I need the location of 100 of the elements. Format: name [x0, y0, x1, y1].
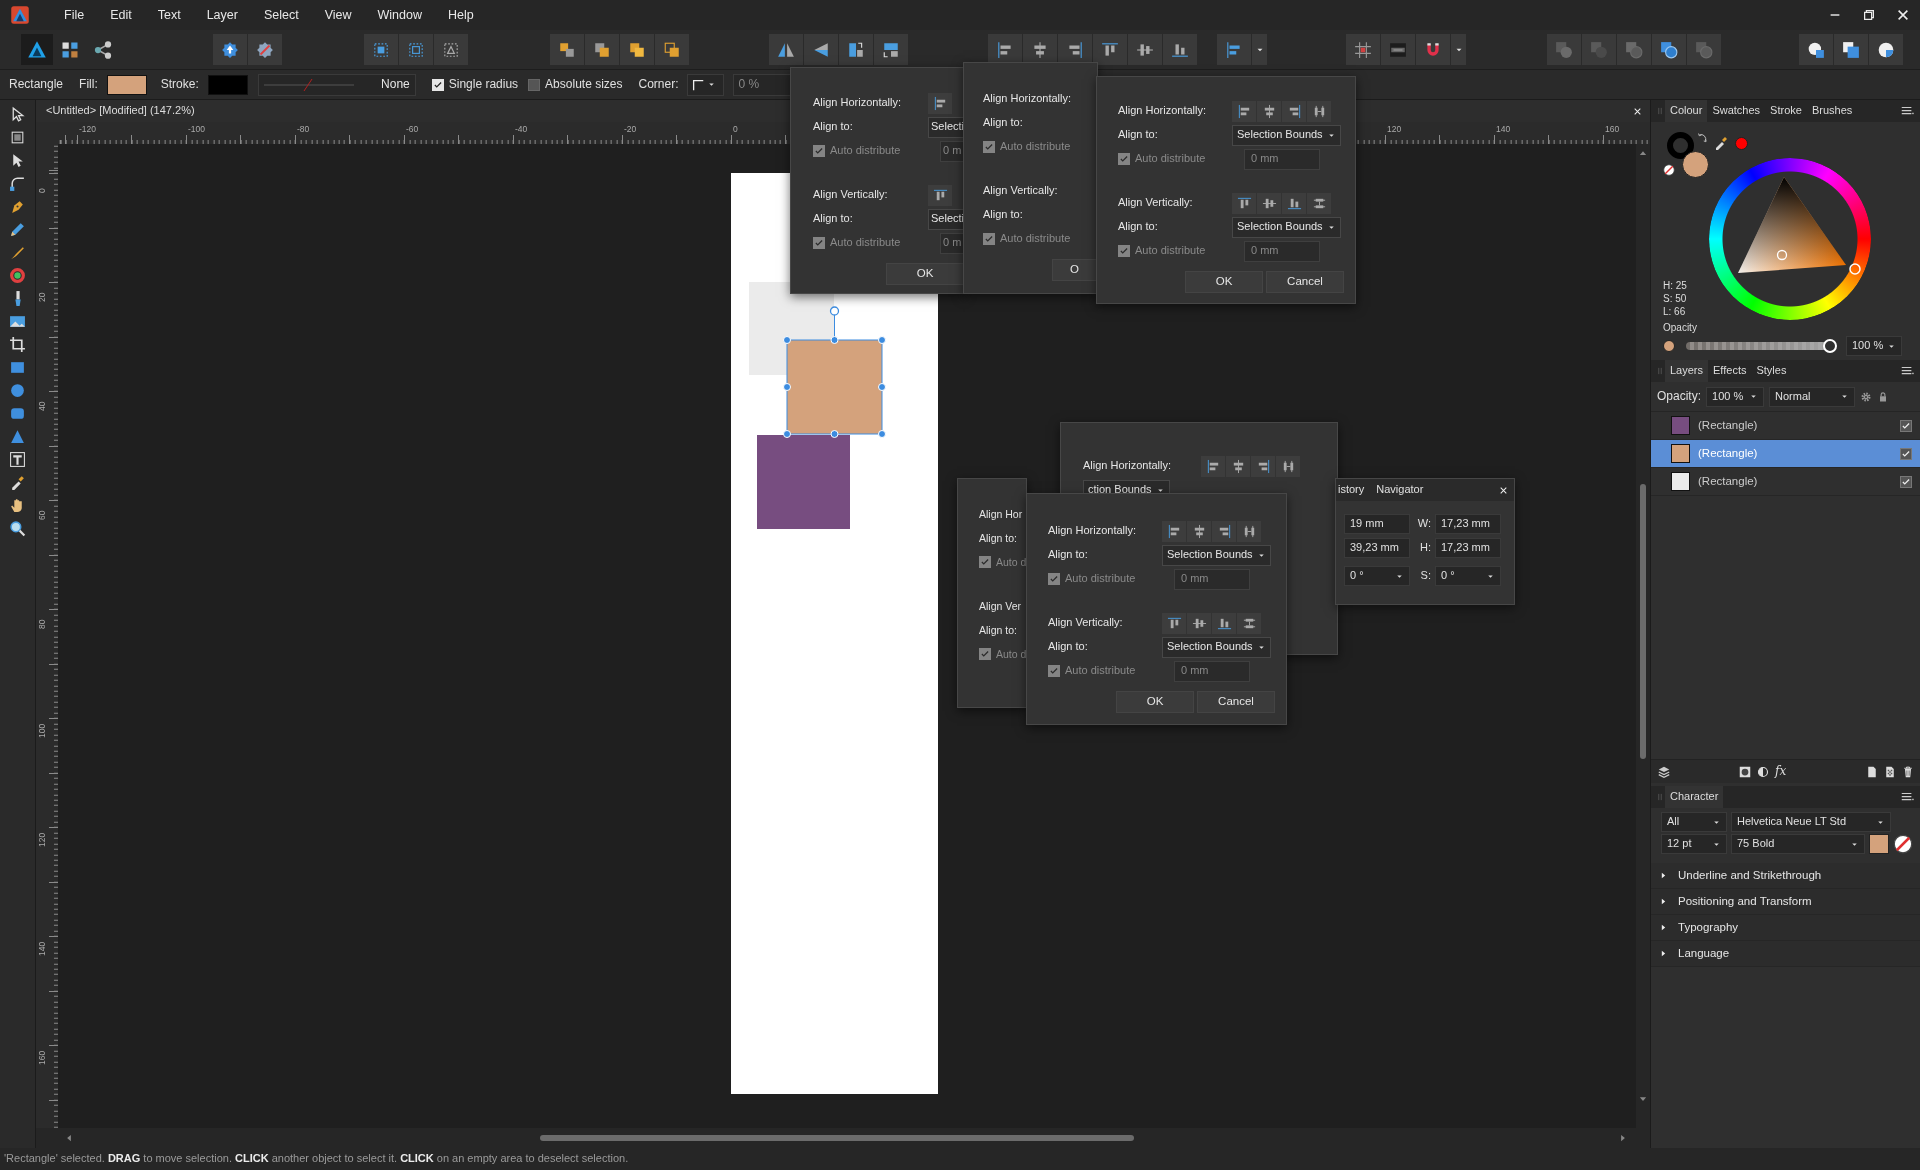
color-ring-icon[interactable] [9, 267, 26, 284]
panel-tab[interactable]: Navigator [1376, 483, 1424, 497]
snapping-bar-button[interactable] [1381, 34, 1415, 65]
close-icon[interactable] [1499, 485, 1508, 495]
fx-button[interactable]: fx [1775, 764, 1787, 779]
shape-divide-button[interactable] [1652, 34, 1686, 65]
value-field[interactable]: 19 mm [1344, 514, 1410, 534]
square-overlap-button[interactable] [1834, 34, 1868, 65]
menu-item[interactable]: File [51, 7, 98, 23]
flip-horizontal-button[interactable] [769, 34, 803, 65]
align-middle-button[interactable] [1257, 192, 1281, 214]
scope-dropdown[interactable]: All [1661, 812, 1727, 832]
panel-tab[interactable]: Colour [1665, 100, 1708, 122]
visibility-checkbox[interactable] [1900, 475, 1912, 488]
close-icon[interactable] [1633, 106, 1642, 116]
mask-icon[interactable] [1739, 765, 1751, 778]
value-field[interactable]: 17,23 mm [1435, 538, 1501, 558]
menu-item[interactable]: Window [364, 7, 435, 23]
rotate-right-button[interactable] [874, 34, 908, 65]
trash-icon[interactable] [1902, 765, 1914, 778]
visibility-checkbox[interactable] [1900, 419, 1912, 432]
rectangle-icon[interactable] [9, 359, 26, 376]
pie-circle-button[interactable] [1869, 34, 1903, 65]
circle-square-button[interactable] [1799, 34, 1833, 65]
zoom-icon[interactable] [9, 520, 26, 537]
align-left-button[interactable] [928, 92, 952, 114]
corner-type-dropdown[interactable] [686, 73, 724, 96]
align-to-dropdown[interactable]: Selection Bounds [1162, 636, 1271, 658]
align-top-button[interactable] [1232, 192, 1256, 214]
text-color-swatch[interactable] [1869, 834, 1889, 854]
align-to-dropdown[interactable]: Selection Bounds [1232, 216, 1341, 238]
distribute-horizontal-button[interactable] [1237, 520, 1261, 542]
stacked-squares-button[interactable] [550, 34, 584, 65]
align-center-button[interactable] [1226, 455, 1250, 477]
menu-item[interactable]: Help [435, 7, 487, 23]
menu-item[interactable]: Text [144, 7, 194, 23]
panel-tab[interactable]: Swatches [1707, 100, 1766, 122]
dialog-button[interactable]: OK [1185, 271, 1263, 293]
stacked-squares-button[interactable] [655, 34, 689, 65]
stroke-swatch[interactable] [207, 74, 248, 95]
opacity-field[interactable]: 100 % [1846, 336, 1902, 356]
pencil-icon[interactable] [9, 221, 26, 238]
artboard-icon[interactable] [9, 129, 26, 146]
font-family-dropdown[interactable]: Helvetica Neue LT Std [1731, 812, 1891, 832]
blend-mode-dropdown[interactable]: Normal [1769, 386, 1855, 407]
align-center-button[interactable] [1257, 100, 1281, 122]
dotted-square-triangle-button[interactable] [434, 34, 468, 65]
eyedropper-icon[interactable] [9, 474, 26, 491]
slider-thumb[interactable] [1823, 339, 1837, 353]
align-left-button[interactable] [1232, 100, 1256, 122]
no-color-icon[interactable] [1663, 164, 1675, 176]
lock-icon[interactable] [1877, 390, 1889, 403]
dialog-button[interactable]: Cancel [1266, 271, 1344, 293]
menu-item[interactable]: Edit [97, 7, 145, 23]
align-options-button[interactable] [1217, 34, 1251, 65]
ellipse-icon[interactable] [9, 382, 26, 399]
rotate-left-button[interactable] [839, 34, 873, 65]
stacked-squares-button[interactable] [620, 34, 654, 65]
align-right-button[interactable] [1212, 520, 1236, 542]
settings-icon[interactable] [1860, 390, 1872, 403]
checkered-page-icon[interactable] [1884, 765, 1896, 778]
stacked-squares-button[interactable] [585, 34, 619, 65]
dialog-button[interactable]: OK [1116, 691, 1194, 713]
panel-tab[interactable]: istory [1338, 483, 1365, 497]
fill-swatch[interactable] [106, 74, 147, 95]
badge-crossed-button[interactable] [248, 34, 282, 65]
adjustment-icon[interactable] [1757, 765, 1769, 778]
align-top-button[interactable] [1093, 34, 1127, 65]
align-middle-button[interactable] [1128, 34, 1162, 65]
align-right-button[interactable] [1282, 100, 1306, 122]
crop-icon[interactable] [9, 336, 26, 353]
pen-nib-icon[interactable] [9, 198, 26, 215]
dialog-button[interactable]: OK [886, 263, 964, 285]
menu-item[interactable]: Layer [193, 7, 251, 23]
triangle-logo-button[interactable] [21, 34, 53, 65]
restore-icon[interactable] [1862, 8, 1876, 22]
align-center-button[interactable] [1187, 520, 1211, 542]
no-color-icon[interactable] [1893, 834, 1913, 854]
swap-arrows-icon[interactable] [1697, 132, 1709, 144]
panel-tab[interactable]: Character [1665, 786, 1724, 808]
dotted-square-button[interactable] [399, 34, 433, 65]
align-middle-button[interactable] [1187, 612, 1211, 634]
align-right-button[interactable] [1251, 455, 1275, 477]
align-bottom-button[interactable] [1163, 34, 1197, 65]
corner-curve-icon[interactable] [9, 175, 26, 192]
layers-icon[interactable] [1657, 764, 1671, 779]
scrollbar-thumb[interactable] [540, 1135, 1134, 1141]
document-tab[interactable]: <Untitled> [Modified] (147.2%) [46, 104, 195, 118]
menu-item[interactable]: View [311, 7, 365, 23]
panel-tab[interactable]: Layers [1665, 360, 1709, 382]
font-style-dropdown[interactable]: 75 Bold [1731, 834, 1865, 854]
distribute-vertical-button[interactable] [1237, 612, 1261, 634]
grid-button[interactable] [1346, 34, 1380, 65]
distribute-vertical-button[interactable] [1307, 192, 1331, 214]
dialog-button[interactable]: Cancel [1197, 691, 1275, 713]
app-logo-icon[interactable] [10, 5, 30, 25]
value-dropdown[interactable]: 0 ° [1344, 566, 1410, 586]
value-field[interactable]: 17,23 mm [1435, 514, 1501, 534]
magnet-button[interactable] [1416, 34, 1450, 65]
align-left-button[interactable] [1162, 520, 1186, 542]
